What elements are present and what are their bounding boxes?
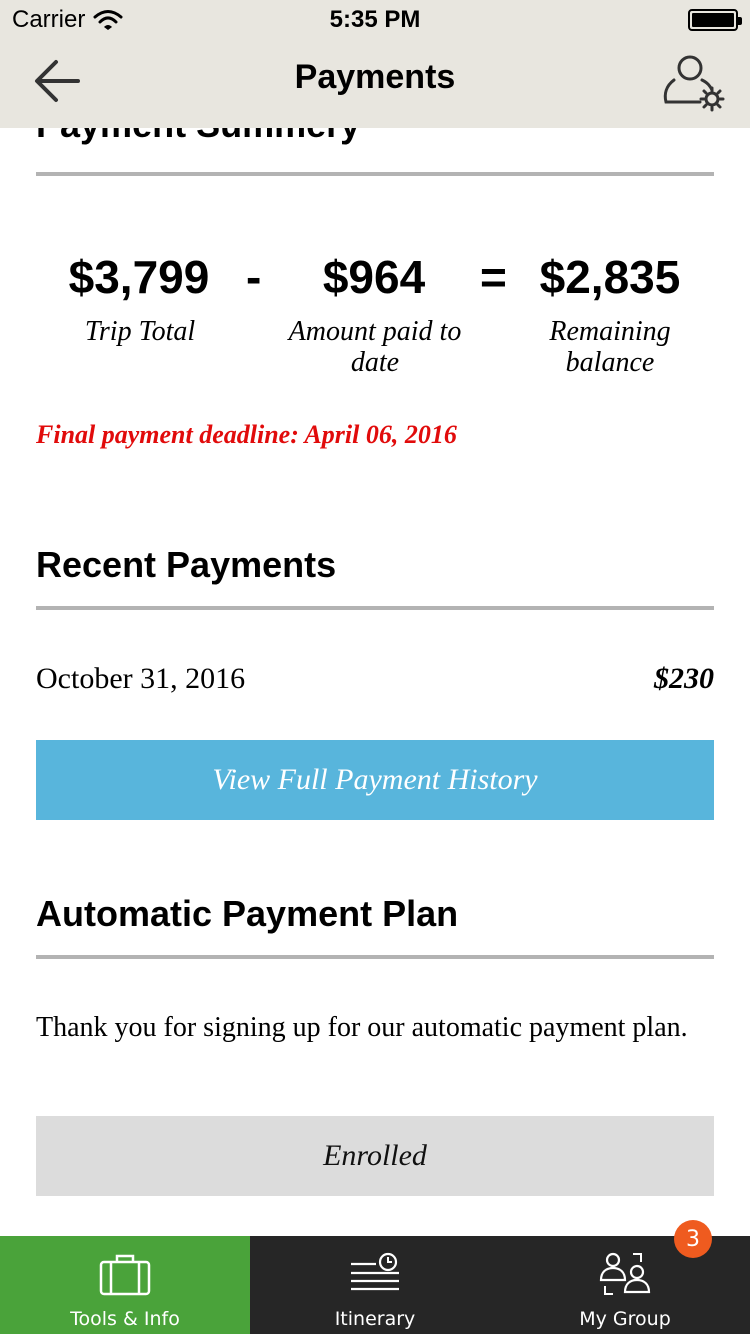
trip-total-amount: $3,799 <box>68 251 210 303</box>
payment-row: October 31, 2016 $230 <box>36 662 714 702</box>
amount-paid-label: Amount paid to date <box>288 316 462 378</box>
nav-bar: Payments <box>0 40 750 128</box>
minus-sign: - <box>246 251 262 303</box>
auto-plan-message: Thank you for signing up for our automat… <box>36 1012 688 1043</box>
remaining-balance-amount: $2,835 <box>539 251 681 303</box>
status-bar: Carrier 5:35 PM <box>0 0 750 40</box>
briefcase-icon <box>99 1254 151 1296</box>
tab-label-my-group: My Group <box>579 1308 671 1330</box>
tab-bar: Tools & Info Itinerary My Group <box>0 1236 750 1334</box>
status-time: 5:35 PM <box>329 6 421 33</box>
summary-divider <box>36 172 714 176</box>
battery-icon <box>688 9 742 31</box>
page-title: Payments <box>294 58 456 96</box>
remaining-balance-label: Remaining balance <box>549 316 671 378</box>
trip-total-label: Trip Total <box>84 316 196 347</box>
amount-paid-value: $964 <box>322 251 426 303</box>
payment-date: October 31, 2016 <box>36 662 246 695</box>
tab-my-group[interactable]: My Group <box>500 1236 750 1334</box>
equals-sign: = <box>480 251 507 303</box>
tab-itinerary[interactable]: Itinerary <box>250 1236 500 1334</box>
enrolled-button[interactable]: Enrolled <box>36 1116 714 1196</box>
tab-label-tools-info: Tools & Info <box>70 1308 180 1330</box>
top-bar: Carrier 5:35 PM Payments <box>0 0 750 128</box>
recent-divider <box>36 606 714 610</box>
payment-deadline: Final payment deadline: April 06, 2016 <box>36 420 457 449</box>
payment-amount: $230 <box>654 662 714 695</box>
view-payment-history-button[interactable]: View Full Payment History <box>36 740 714 820</box>
auto-plan-title: Automatic Payment Plan <box>36 893 459 934</box>
recent-payments-title: Recent Payments <box>36 544 337 585</box>
auto-plan-divider <box>36 955 714 959</box>
itinerary-clock-icon <box>351 1252 399 1291</box>
payment-totals: $3,799 - $964 = $2,835 Trip Total Amount… <box>36 250 714 390</box>
user-settings-icon[interactable] <box>662 50 726 112</box>
tab-tools-info[interactable]: Tools & Info <box>0 1236 250 1334</box>
tab-label-itinerary: Itinerary <box>334 1308 416 1330</box>
group-icon <box>599 1252 651 1295</box>
notification-badge: 3 <box>674 1220 712 1258</box>
